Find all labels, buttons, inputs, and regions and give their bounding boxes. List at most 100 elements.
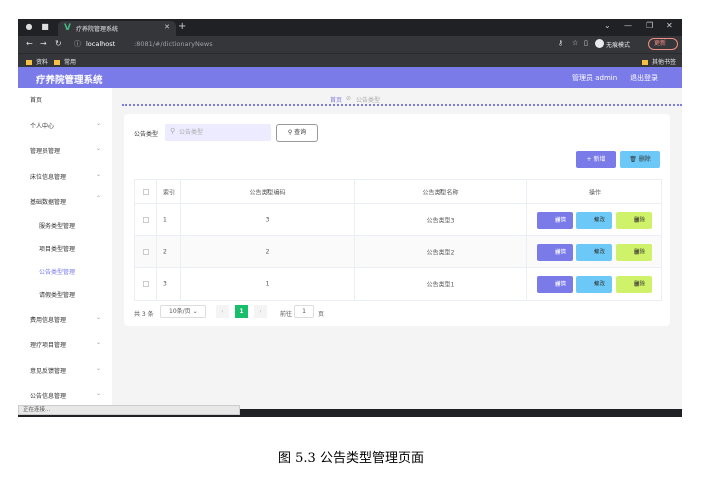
query-button[interactable]: ⚲ 查询 [276,124,318,142]
bookmark-folder[interactable]: 常用 [54,57,76,66]
sidebar-item-personal[interactable]: 个人中心 [30,121,54,130]
edit-button[interactable]: ✎ 修改 [576,244,612,261]
sidebar-item-bed[interactable]: 床位信息管理 [30,172,66,181]
detail-button[interactable]: ▤ 详情 [537,276,573,293]
admin-label: 管理员 admin [572,74,618,82]
breadcrumb-home[interactable]: 首页 [330,95,342,104]
pagination-total: 共 3 条 [134,311,154,318]
header-ops: 操作 [588,189,601,196]
bookmark-star-icon[interactable]: ☆ [572,39,578,47]
cell-code: 2 [181,236,355,267]
select-all-checkbox[interactable] [143,188,149,195]
reload-icon[interactable]: ↻ [55,39,62,48]
sidebar-subitem-project-type[interactable]: 项目类型管理 [39,244,75,253]
update-button[interactable]: 更新 [648,38,678,50]
current-page-button[interactable]: 1 [235,305,248,318]
row-checkbox-cell [135,268,157,300]
tab-search-icon[interactable]: ■ [40,22,50,32]
search-label: 公告类型 [134,131,159,138]
side-panel-icon[interactable]: ▯ [584,39,588,47]
sidebar-item-base-data[interactable]: 基础数据管理 [30,197,66,206]
batch-delete-button[interactable]: 🗑 删除 [620,151,660,168]
url-path: :8081/#/dictionaryNews [134,40,213,48]
delete-button[interactable]: ▥ 删除 [616,244,652,261]
table-row: 3 1 公告类型1 ▤ 详情 ✎ 修改 ▥ 删除 [135,268,661,300]
key-icon[interactable]: ⚷ [558,39,563,47]
sidebar-item-admin[interactable]: 管理员管理 [30,146,60,155]
chevron-down-icon: ⌄ [96,390,102,397]
url-host: localhost [86,40,116,48]
close-window-icon[interactable]: ✕ [666,21,673,30]
sidebar-subitem-service-type[interactable]: 服务类型管理 [39,221,75,230]
goto-page-input[interactable]: 1 [294,305,314,318]
cell-index: 1 [157,204,181,235]
chevron-down-icon: ⌄ [96,120,102,127]
search-input[interactable] [179,126,265,138]
header-code[interactable]: 公告类型编码 ⇕ [181,180,355,203]
search-field[interactable]: ⚲ [165,124,271,141]
delete-button[interactable]: ▥ 删除 [616,276,652,293]
sidebar-subitem-notice-type[interactable]: 公告类型管理 [39,267,75,276]
table-row: 1 3 公告类型3 ▤ 详情 ✎ 修改 ▥ 删除 [135,204,661,236]
page-size-select[interactable]: 10条/页 ⌄ [160,305,206,318]
cell-index: 2 [157,236,181,267]
detail-button[interactable]: ▤ 详情 [537,212,573,229]
other-bookmarks[interactable]: 其他书签 [642,57,676,66]
delete-label: 删除 [638,156,651,163]
add-button[interactable]: + 新增 [576,151,616,168]
chevron-down-icon: ⌄ [190,308,198,315]
sort-icon[interactable]: ⇕ [181,188,354,195]
folder-icon [54,60,60,65]
cell-index: 3 [157,268,181,300]
tab-close-icon[interactable]: ✕ [164,23,170,31]
row-checkbox[interactable] [143,216,149,223]
chrome-icon[interactable]: ● [24,22,34,32]
tab-list-icon[interactable]: ⌄ [604,21,611,30]
edit-button[interactable]: ✎ 修改 [576,212,612,229]
add-label: 新增 [593,156,606,163]
edit-button[interactable]: ✎ 修改 [576,276,612,293]
detail-button[interactable]: ▤ 详情 [537,244,573,261]
cell-name: 公告类型1 [355,268,527,300]
prev-page-button[interactable]: ‹ [216,305,229,318]
row-checkbox[interactable] [143,281,149,287]
next-page-button[interactable]: › [254,305,267,318]
url-field[interactable]: ⓘ localhost :8081/#/dictionaryNews [70,38,562,51]
tab-strip: ● ■ V 疗养院管理系统 ✕ + ⌄ — ❐ ✕ [18,19,682,36]
breadcrumb-current: 公告类型 [356,97,381,104]
row-checkbox[interactable] [143,248,149,255]
forward-icon[interactable]: → [40,39,47,48]
sidebar-item-feedback[interactable]: 意见反馈管理 [30,366,66,375]
address-bar: ← → ↻ ⓘ localhost :8081/#/dictionaryNews… [18,36,682,53]
sidebar-item-fee[interactable]: 费用信息管理 [30,315,66,324]
sidebar-item-home[interactable]: 首页 [30,95,42,104]
sidebar-item-notice[interactable]: 公告信息管理 [30,391,66,400]
bookmark-label: 常用 [64,59,77,66]
cell-code: 1 [181,268,355,300]
folder-icon [642,60,648,65]
incognito-avatar-icon[interactable] [595,39,604,48]
header-index: 索引 [157,180,181,203]
header-checkbox-cell [135,180,157,203]
bookmark-folder[interactable]: 资料 [26,57,48,66]
restore-icon[interactable]: ❐ [646,21,653,30]
delete-button[interactable]: ▥ 删除 [616,212,652,229]
profile-label[interactable]: 无痕模式 [606,40,630,49]
logout-link[interactable]: 退出登录 [630,73,658,83]
sidebar-item-therapy[interactable]: 理疗项目管理 [30,340,66,349]
chevron-down-icon: ⌄ [96,171,102,178]
new-tab-icon[interactable]: + [178,21,186,32]
browser-tab[interactable]: V 疗养院管理系统 ✕ [58,21,176,36]
breadcrumb-separator-icon: ⊘ [346,95,352,102]
bookmark-label: 其他书签 [652,59,677,66]
header-name[interactable]: 公告类型名称 ⇕ [355,180,527,203]
sidebar-subitem-leave-type[interactable]: 请假类型管理 [39,290,75,299]
minimize-icon[interactable]: — [624,21,632,30]
screenshot: ● ■ V 疗养院管理系统 ✕ + ⌄ — ❐ ✕ ← → ↻ ⓘ localh… [18,19,682,417]
site-info-icon[interactable]: ⓘ [74,39,81,49]
trash-icon: 🗑 [629,156,639,163]
cell-code: 3 [181,204,355,235]
back-icon[interactable]: ← [26,39,33,48]
bookmark-label: 资料 [36,59,49,66]
sort-icon[interactable]: ⇕ [355,188,526,195]
